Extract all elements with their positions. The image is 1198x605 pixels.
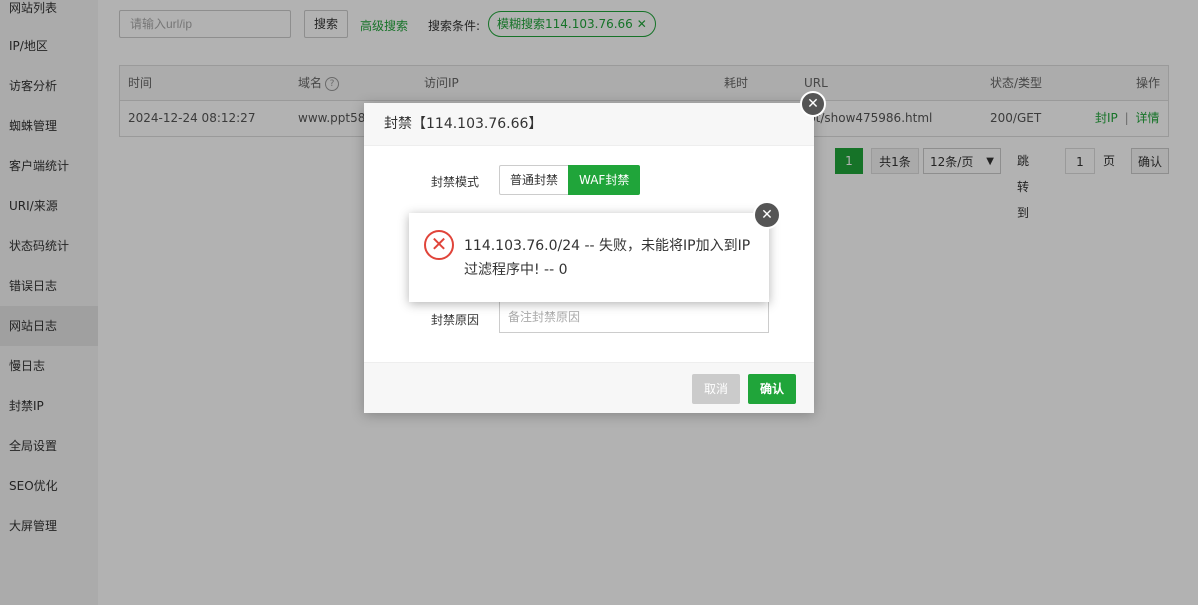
ban-mode-label: 封禁模式 — [431, 175, 480, 189]
mode-normal-button[interactable]: 普通封禁 — [499, 165, 570, 195]
confirm-button[interactable]: 确认 — [748, 374, 796, 404]
cancel-button[interactable]: 取消 — [692, 374, 740, 404]
dialog-footer: 取消 确认 — [364, 362, 814, 413]
ban-reason-label: 封禁原因 — [431, 313, 480, 327]
close-icon[interactable]: ✕ — [753, 201, 781, 229]
dialog-title: 封禁【114.103.76.66】 — [364, 103, 814, 146]
ban-reason-input[interactable] — [499, 301, 769, 333]
mode-waf-button[interactable]: WAF封禁 — [568, 165, 641, 195]
error-icon: ✕ — [424, 230, 454, 260]
error-alert: ✕ 114.103.76.0/24 -- 失败，未能将IP加入到IP过滤程序中!… — [409, 201, 781, 302]
error-message: 114.103.76.0/24 -- 失败，未能将IP加入到IP过滤程序中! -… — [464, 238, 751, 278]
close-icon[interactable]: ✕ — [800, 91, 826, 117]
